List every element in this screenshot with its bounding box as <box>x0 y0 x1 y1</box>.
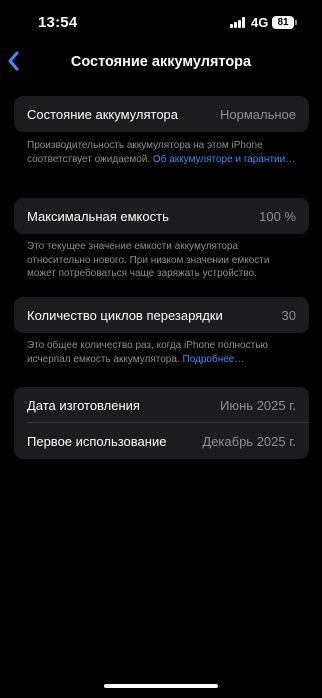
cycle-count-note: Это общее количество раз, когда iPhone п… <box>27 339 297 366</box>
manufacture-date-label: Дата изготовления <box>27 397 140 413</box>
first-use-value: Декабрь 2025 г. <box>202 433 296 449</box>
max-capacity-label: Максимальная емкость <box>27 208 169 224</box>
signal-bars-icon <box>230 17 246 28</box>
status-bar: 13:54 4G 81 <box>0 0 322 46</box>
battery-health-value: Нормальное <box>219 106 296 122</box>
network-type: 4G <box>251 15 269 30</box>
manufacture-date-value: Июнь 2025 г. <box>220 397 296 413</box>
max-capacity-value: 100 % <box>259 208 296 224</box>
home-indicator[interactable] <box>104 684 218 688</box>
manufacture-date-row: Дата изготовления Июнь 2025 г. <box>14 387 309 423</box>
first-use-label: Первое использование <box>27 433 167 449</box>
navigation-bar: Состояние аккумулятора <box>0 46 322 80</box>
battery-icon: 81 <box>272 16 294 29</box>
battery-cap-icon <box>295 20 297 25</box>
cycle-count-card: Количество циклов перезарядки 30 <box>14 297 309 333</box>
page-title: Состояние аккумулятора <box>70 54 252 70</box>
cycle-count-value: 30 <box>281 307 296 323</box>
status-time: 13:54 <box>38 14 78 31</box>
battery-health-card: Состояние аккумулятора Нормальное <box>14 96 309 132</box>
battery-health-label: Состояние аккумулятора <box>27 106 179 122</box>
first-use-row: Первое использование Декабрь 2025 г. <box>14 423 309 459</box>
dates-card: Дата изготовления Июнь 2025 г. Первое ис… <box>14 387 309 459</box>
cycle-count-label: Количество циклов перезарядки <box>27 307 223 323</box>
max-capacity-row: Максимальная емкость 100 % <box>14 198 309 234</box>
battery-health-row: Состояние аккумулятора Нормальное <box>14 96 309 132</box>
battery-level: 81 <box>277 17 289 28</box>
cycle-count-row: Количество циклов перезарядки 30 <box>14 297 309 333</box>
battery-warranty-link[interactable]: Об аккумуляторе и гарантии… <box>153 154 295 165</box>
learn-more-link[interactable]: Подробнее… <box>183 354 245 365</box>
battery-health-note: Производительность аккумулятора на этом … <box>27 139 297 166</box>
battery-health-screen: 13:54 4G 81 Состояние аккумулятора Состо… <box>0 0 322 698</box>
max-capacity-note: Это текущее значение емкости аккумулятор… <box>27 241 270 279</box>
max-capacity-card: Максимальная емкость 100 % <box>14 198 309 234</box>
